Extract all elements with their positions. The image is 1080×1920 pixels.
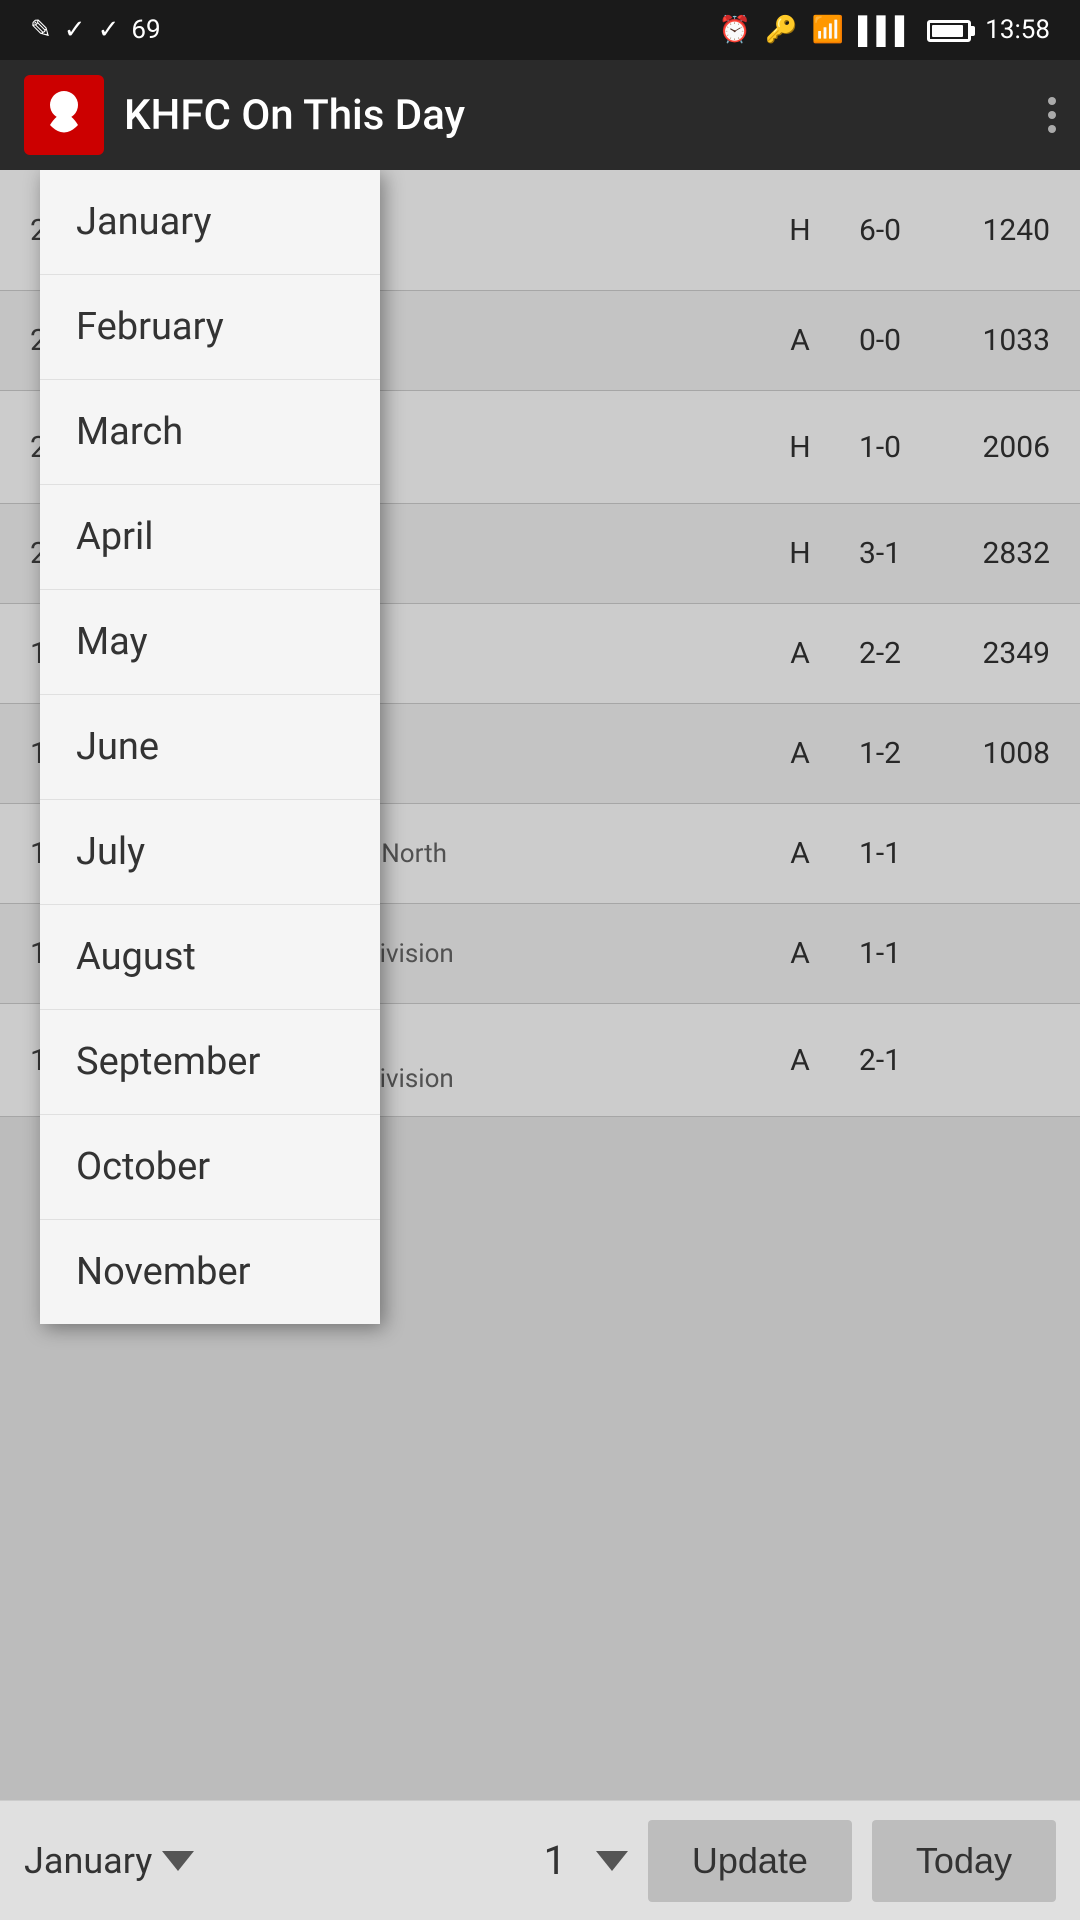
day-dropdown-arrow[interactable] [596, 1851, 628, 1871]
dropdown-item-july[interactable]: July [40, 800, 380, 905]
check-icon-2: ✓ [98, 15, 120, 45]
month-selector[interactable]: January [24, 1840, 510, 1882]
dropdown-item-march[interactable]: March [40, 380, 380, 485]
dropdown-item-may[interactable]: May [40, 590, 380, 695]
dropdown-item-june[interactable]: June [40, 695, 380, 800]
day-selector: 1 [530, 1837, 628, 1884]
status-bar: ✎ ✓ ✓ 69 ⏰ 🔑 📶 ▌▌▌ 13:58 [0, 0, 1080, 60]
main-content: 200 March gers H 6-0 1240 200 n Rovers A… [0, 170, 1080, 1800]
dropdown-item-february[interactable]: February [40, 275, 380, 380]
dropdown-item-january[interactable]: January [40, 170, 380, 275]
selected-day: 1 [530, 1837, 580, 1884]
status-left-icons: ✎ ✓ ✓ 69 [30, 15, 161, 45]
overflow-menu-button[interactable] [1048, 97, 1056, 133]
dropdown-item-april[interactable]: April [40, 485, 380, 590]
month-dropdown-arrow[interactable] [162, 1851, 194, 1871]
battery-icon [927, 15, 971, 45]
key-icon: 🔑 [765, 15, 797, 45]
signal-icon: ▌▌▌ [858, 15, 913, 46]
update-button[interactable]: Update [648, 1820, 852, 1902]
notification-count: 69 [131, 15, 160, 45]
edit-icon: ✎ [30, 15, 52, 45]
today-button[interactable]: Today [872, 1820, 1056, 1902]
dropdown-item-november[interactable]: November [40, 1220, 380, 1324]
app-bar: KHFC On This Day [0, 60, 1080, 170]
month-dropdown-menu: January February March April May June Ju… [40, 170, 380, 1324]
dropdown-item-august[interactable]: August [40, 905, 380, 1010]
alarm-icon: ⏰ [719, 15, 751, 45]
app-logo [24, 75, 104, 155]
wifi-icon: 📶 [812, 15, 844, 45]
app-title: KHFC On This Day [124, 91, 1028, 140]
selected-month-label: January [24, 1840, 152, 1882]
clock-time: 13:58 [985, 15, 1050, 45]
bottom-bar: January 1 Update Today [0, 1800, 1080, 1920]
status-right-icons: ⏰ 🔑 📶 ▌▌▌ 13:58 [719, 15, 1050, 46]
check-icon-1: ✓ [64, 15, 86, 45]
dropdown-item-september[interactable]: September [40, 1010, 380, 1115]
dropdown-item-october[interactable]: October [40, 1115, 380, 1220]
